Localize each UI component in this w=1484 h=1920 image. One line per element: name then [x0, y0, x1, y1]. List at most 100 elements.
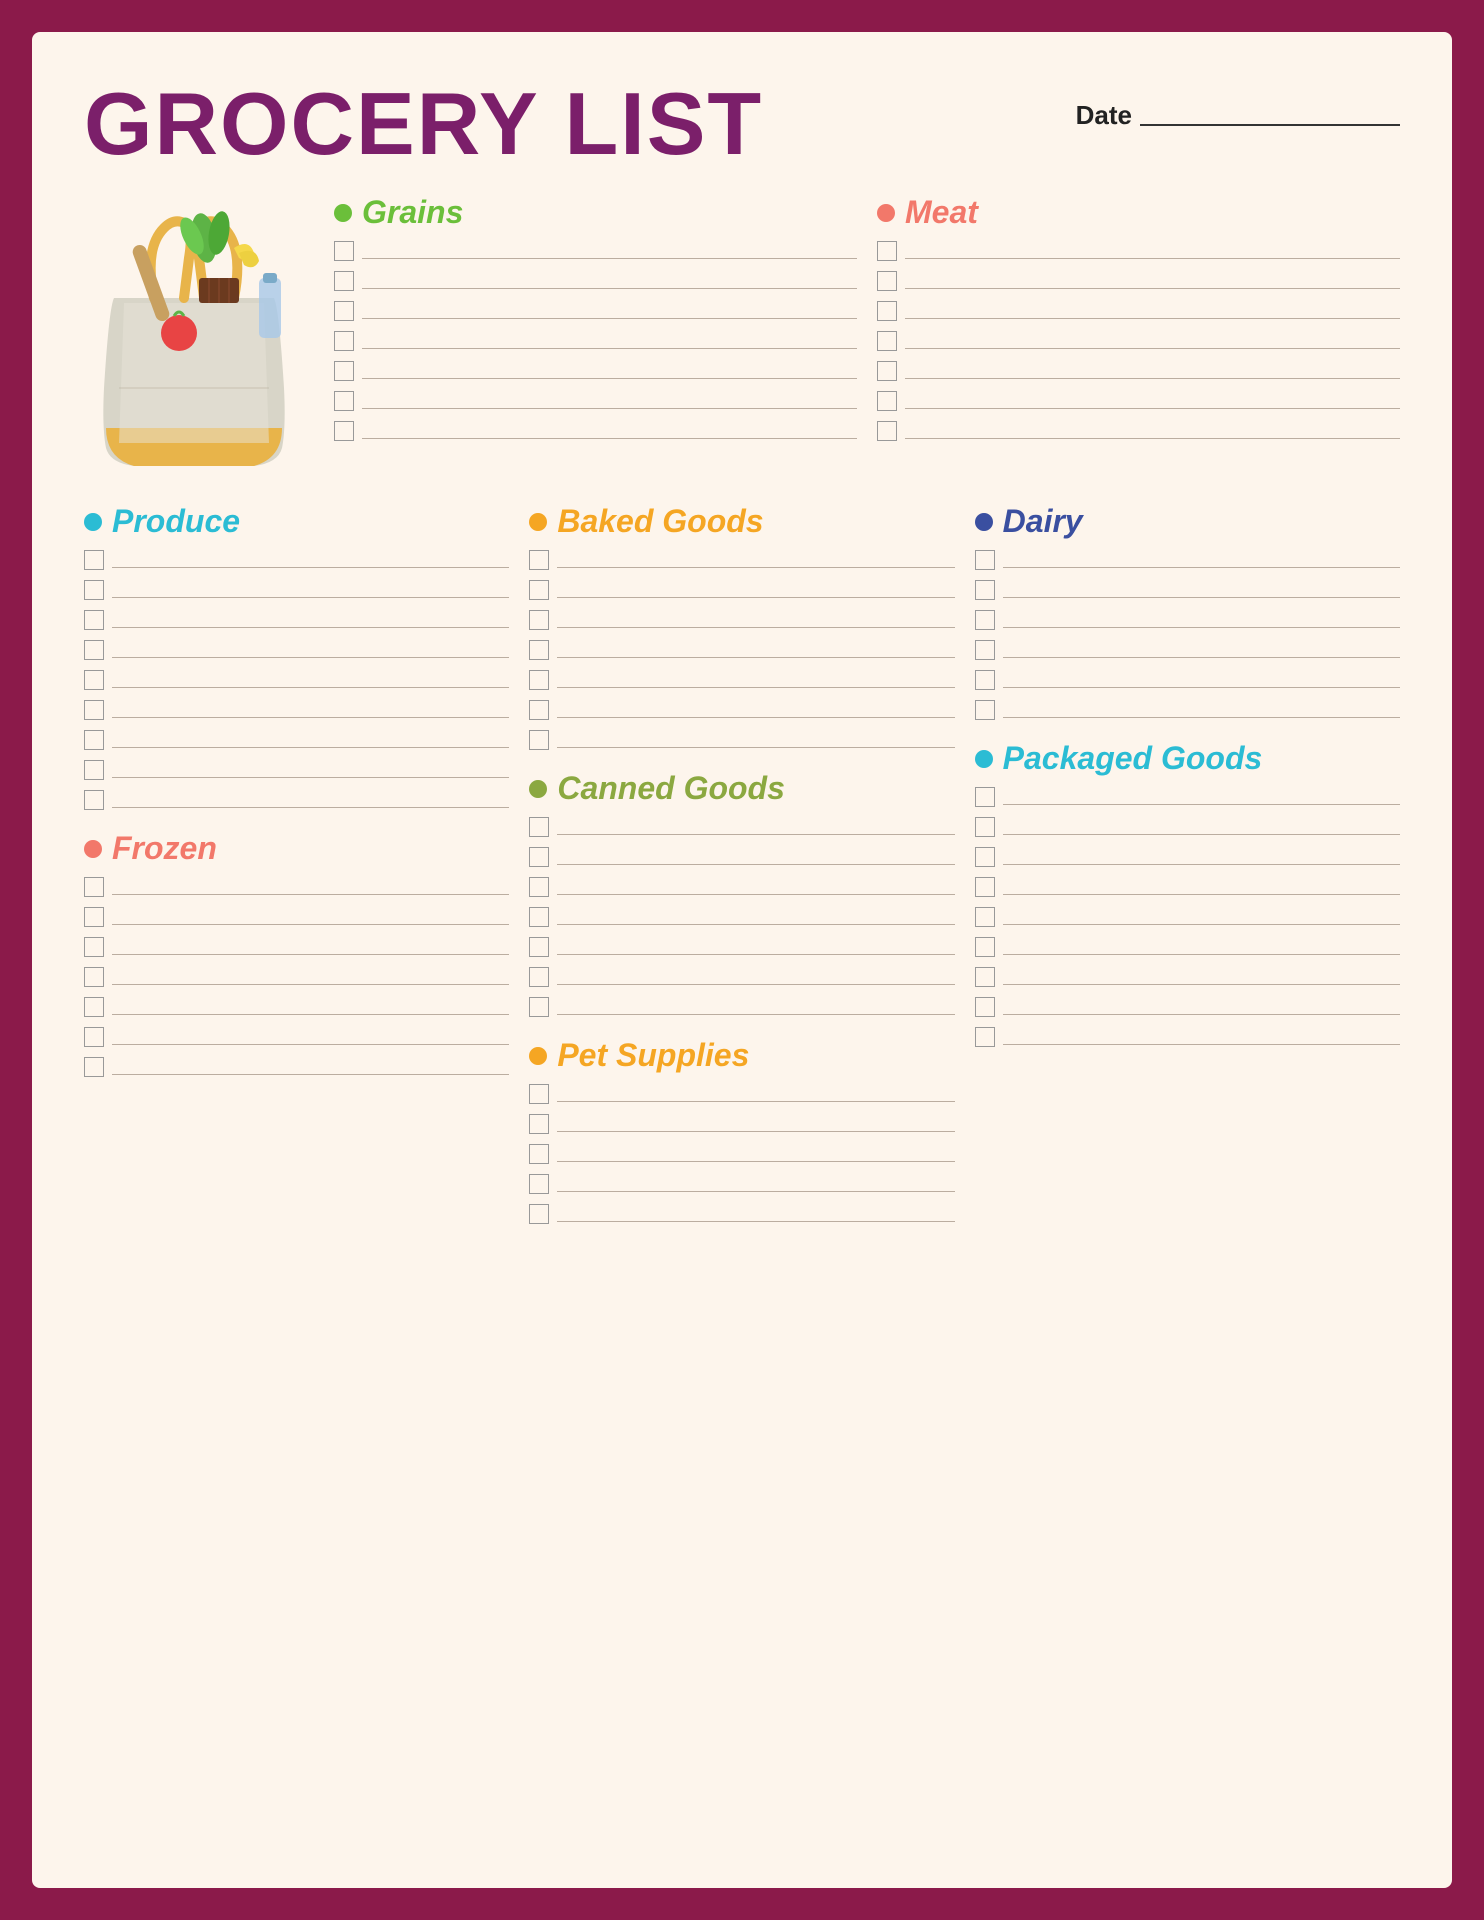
- item-line[interactable]: [112, 879, 509, 895]
- checkbox[interactable]: [334, 421, 354, 441]
- item-line[interactable]: [557, 819, 954, 835]
- item-line[interactable]: [905, 393, 1400, 409]
- checkbox[interactable]: [84, 997, 104, 1017]
- item-line[interactable]: [112, 909, 509, 925]
- item-line[interactable]: [1003, 939, 1400, 955]
- checkbox[interactable]: [975, 670, 995, 690]
- item-line[interactable]: [905, 333, 1400, 349]
- checkbox[interactable]: [877, 421, 897, 441]
- item-line[interactable]: [362, 363, 857, 379]
- item-line[interactable]: [905, 363, 1400, 379]
- checkbox[interactable]: [975, 877, 995, 897]
- item-line[interactable]: [557, 702, 954, 718]
- item-line[interactable]: [1003, 582, 1400, 598]
- item-line[interactable]: [1003, 789, 1400, 805]
- checkbox[interactable]: [84, 937, 104, 957]
- item-line[interactable]: [557, 909, 954, 925]
- checkbox[interactable]: [529, 610, 549, 630]
- item-line[interactable]: [112, 642, 509, 658]
- checkbox[interactable]: [84, 967, 104, 987]
- checkbox[interactable]: [529, 907, 549, 927]
- checkbox[interactable]: [975, 997, 995, 1017]
- item-line[interactable]: [557, 969, 954, 985]
- checkbox[interactable]: [975, 847, 995, 867]
- item-line[interactable]: [362, 333, 857, 349]
- item-line[interactable]: [905, 273, 1400, 289]
- item-line[interactable]: [557, 612, 954, 628]
- checkbox[interactable]: [529, 670, 549, 690]
- checkbox[interactable]: [84, 610, 104, 630]
- checkbox[interactable]: [529, 580, 549, 600]
- checkbox[interactable]: [334, 301, 354, 321]
- item-line[interactable]: [557, 1176, 954, 1192]
- checkbox[interactable]: [877, 301, 897, 321]
- item-line[interactable]: [362, 303, 857, 319]
- checkbox[interactable]: [975, 1027, 995, 1047]
- checkbox[interactable]: [84, 730, 104, 750]
- checkbox[interactable]: [877, 331, 897, 351]
- checkbox[interactable]: [84, 670, 104, 690]
- item-line[interactable]: [1003, 642, 1400, 658]
- item-line[interactable]: [112, 792, 509, 808]
- checkbox[interactable]: [529, 1144, 549, 1164]
- item-line[interactable]: [112, 762, 509, 778]
- checkbox[interactable]: [334, 271, 354, 291]
- item-line[interactable]: [557, 849, 954, 865]
- item-line[interactable]: [1003, 702, 1400, 718]
- item-line[interactable]: [557, 582, 954, 598]
- checkbox[interactable]: [529, 1204, 549, 1224]
- item-line[interactable]: [905, 243, 1400, 259]
- checkbox[interactable]: [84, 877, 104, 897]
- checkbox[interactable]: [877, 391, 897, 411]
- checkbox[interactable]: [84, 550, 104, 570]
- checkbox[interactable]: [877, 271, 897, 291]
- item-line[interactable]: [557, 939, 954, 955]
- item-line[interactable]: [112, 1059, 509, 1075]
- checkbox[interactable]: [975, 967, 995, 987]
- checkbox[interactable]: [529, 550, 549, 570]
- item-line[interactable]: [112, 999, 509, 1015]
- checkbox[interactable]: [529, 937, 549, 957]
- item-line[interactable]: [112, 702, 509, 718]
- item-line[interactable]: [362, 273, 857, 289]
- checkbox[interactable]: [84, 640, 104, 660]
- item-line[interactable]: [112, 1029, 509, 1045]
- item-line[interactable]: [112, 732, 509, 748]
- checkbox[interactable]: [84, 790, 104, 810]
- checkbox[interactable]: [975, 580, 995, 600]
- item-line[interactable]: [362, 423, 857, 439]
- date-line[interactable]: [1140, 106, 1400, 126]
- item-line[interactable]: [1003, 849, 1400, 865]
- checkbox[interactable]: [529, 640, 549, 660]
- item-line[interactable]: [1003, 819, 1400, 835]
- item-line[interactable]: [112, 969, 509, 985]
- item-line[interactable]: [557, 552, 954, 568]
- item-line[interactable]: [362, 243, 857, 259]
- item-line[interactable]: [112, 939, 509, 955]
- checkbox[interactable]: [529, 847, 549, 867]
- checkbox[interactable]: [975, 610, 995, 630]
- checkbox[interactable]: [877, 361, 897, 381]
- checkbox[interactable]: [975, 700, 995, 720]
- checkbox[interactable]: [84, 1027, 104, 1047]
- checkbox[interactable]: [975, 640, 995, 660]
- item-line[interactable]: [1003, 909, 1400, 925]
- item-line[interactable]: [557, 999, 954, 1015]
- checkbox[interactable]: [529, 967, 549, 987]
- checkbox[interactable]: [529, 817, 549, 837]
- item-line[interactable]: [557, 732, 954, 748]
- checkbox[interactable]: [334, 331, 354, 351]
- checkbox[interactable]: [975, 937, 995, 957]
- item-line[interactable]: [557, 672, 954, 688]
- checkbox[interactable]: [84, 907, 104, 927]
- item-line[interactable]: [112, 672, 509, 688]
- checkbox[interactable]: [529, 700, 549, 720]
- item-line[interactable]: [1003, 672, 1400, 688]
- item-line[interactable]: [905, 423, 1400, 439]
- checkbox[interactable]: [84, 1057, 104, 1077]
- item-line[interactable]: [557, 1206, 954, 1222]
- checkbox[interactable]: [334, 241, 354, 261]
- item-line[interactable]: [362, 393, 857, 409]
- checkbox[interactable]: [529, 877, 549, 897]
- item-line[interactable]: [557, 1146, 954, 1162]
